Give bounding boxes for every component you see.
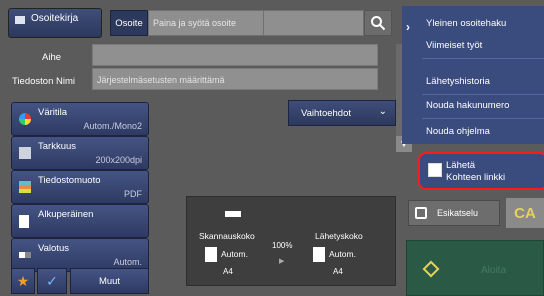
start-icon (422, 260, 440, 278)
filename-label: Tiedoston Nimi (12, 76, 76, 87)
document-icon (205, 247, 217, 262)
arrow-right-icon: ▶ (279, 258, 285, 265)
exposure-value: Autom. (113, 257, 142, 267)
original-icon (19, 215, 29, 228)
file-format-icon (19, 181, 31, 193)
file-format-button[interactable]: Tiedostomuoto PDF (11, 170, 149, 204)
more-label: Muut (98, 275, 121, 287)
scanner-icon (225, 211, 241, 217)
menu-item-recall-program[interactable]: Nouda ohjelma (426, 126, 490, 137)
exposure-label: Valotus (38, 243, 69, 254)
address-book-button[interactable]: Osoitekirja (8, 8, 102, 38)
original-button[interactable]: Alkuperäinen (11, 204, 149, 238)
color-mode-button[interactable]: Väritila Autom./Mono2 (11, 102, 149, 136)
confirm-button[interactable]: ✓ (37, 268, 67, 294)
preview-button[interactable]: Esikatselu (408, 200, 500, 226)
send-link-checkbox[interactable] (428, 163, 442, 177)
send-link-label-line1: Lähetä (446, 160, 476, 171)
ratio-value: 100% (272, 241, 293, 250)
address-tab[interactable]: Osoite (110, 10, 148, 36)
send-paper: A4 (333, 267, 343, 276)
more-button[interactable]: Muut (70, 268, 149, 294)
exposure-icon (19, 252, 31, 258)
original-label: Alkuperäinen (38, 209, 94, 220)
options-label: Vaihtoehdot (301, 107, 352, 119)
start-label: Aloita (481, 265, 507, 276)
color-mode-value: Autom./Mono2 (83, 121, 142, 131)
preview-button-label: Esikatselu (437, 208, 479, 218)
color-mode-label: Väritila (38, 107, 68, 118)
menu-item-recall-search-number[interactable]: Nouda hakunumero (426, 100, 509, 111)
address-input[interactable]: Paina ja syötä osoite (148, 10, 264, 36)
menu-item-recent-jobs[interactable]: Viimeiset työt (426, 40, 482, 51)
start-button[interactable]: Aloita (406, 240, 544, 296)
address-input-extension[interactable] (264, 10, 364, 36)
search-button[interactable] (364, 10, 392, 36)
star-icon: ★ (16, 272, 30, 289)
address-book-icon (15, 16, 25, 24)
address-book-label: Osoitekirja (31, 13, 79, 24)
checkmark-icon: ✓ (46, 272, 58, 289)
color-mode-icon (19, 113, 31, 125)
exposure-button[interactable]: Valotus Autom. (11, 238, 149, 272)
menu-divider (422, 58, 544, 59)
filename-field[interactable]: Järjestelmäsetusten määrittämä (92, 68, 378, 90)
resolution-button[interactable]: Tarkkuus 200x200dpi (11, 136, 149, 170)
menu-item-global-address-search[interactable]: Yleinen osoitehaku (426, 18, 506, 29)
scan-size-label: Skannauskoko (199, 231, 255, 241)
favorite-button[interactable]: ★ (11, 268, 35, 294)
clear-all-button[interactable]: CA (506, 198, 544, 228)
send-link-label-line2: Kohteen linkki (446, 172, 506, 183)
scan-paper: A4 (223, 267, 233, 276)
document-icon (313, 247, 325, 262)
send-size-label: Lähetyskoko (315, 231, 363, 241)
scan-size-value: Autom. (221, 249, 248, 259)
send-destination-link-option[interactable]: Lähetä Kohteen linkki (418, 152, 544, 190)
resolution-label: Tarkkuus (38, 141, 77, 152)
chevron-right-icon[interactable]: › (406, 20, 410, 34)
size-preview-panel[interactable]: Skannauskoko Autom. A4 100% ▶ Lähetyskok… (186, 196, 396, 286)
menu-divider (422, 94, 544, 95)
action-menu: › Yleinen osoitehaku Viimeiset työt Lähe… (402, 6, 544, 144)
file-format-value: PDF (124, 189, 142, 199)
preview-icon (415, 207, 427, 219)
menu-divider (422, 118, 544, 119)
subject-label: Aihe (42, 52, 62, 63)
options-button[interactable]: Vaihtoehdot ⌄ (288, 100, 396, 126)
search-icon (371, 16, 386, 31)
subject-field[interactable] (92, 44, 378, 66)
send-size-value: Autom. (329, 249, 356, 259)
chevron-down-icon: ⌄ (378, 106, 387, 117)
menu-item-send-history[interactable]: Lähetyshistoria (426, 76, 490, 87)
resolution-value: 200x200dpi (95, 155, 142, 165)
file-format-label: Tiedostomuoto (38, 175, 101, 186)
resolution-icon (19, 147, 31, 159)
